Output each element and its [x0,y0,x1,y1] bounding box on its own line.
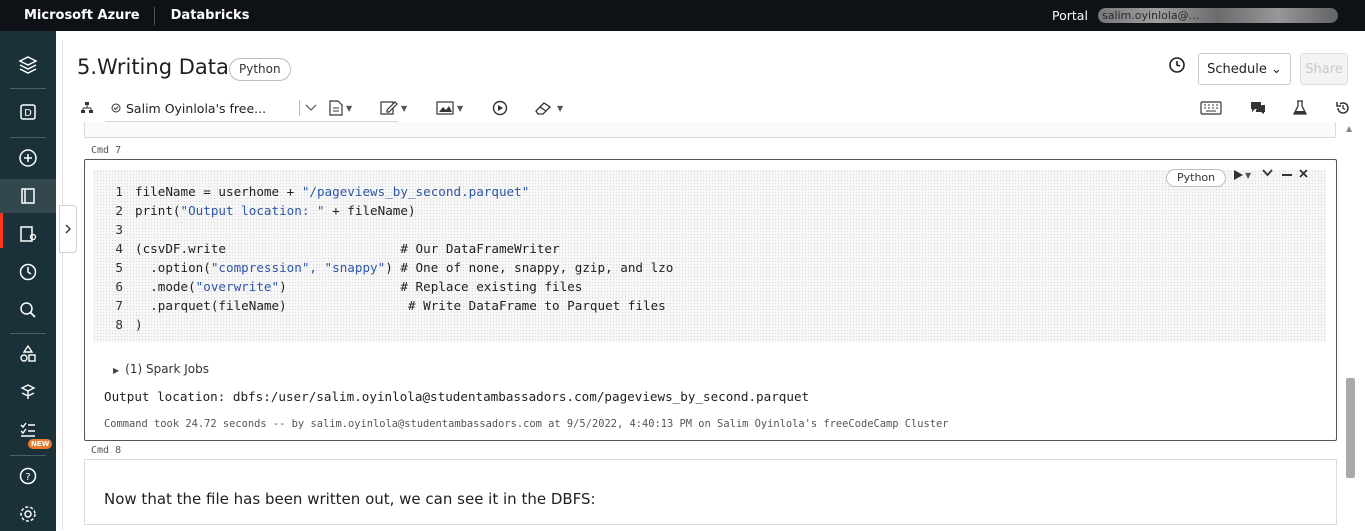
sidebar-create-icon[interactable] [0,141,56,175]
code-text: fileName = userhome + [135,184,302,199]
edit-menu-icon[interactable]: ▼ [380,94,407,122]
expand-panel-button[interactable] [59,205,77,253]
file-menu-icon[interactable]: ▼ [329,94,352,122]
brand-azure[interactable]: Microsoft Azure [0,6,155,25]
experiment-flask-icon[interactable] [1293,94,1307,122]
markdown-cell[interactable]: Now that the file has been written out, … [84,459,1337,525]
line-number: 7 [115,298,123,313]
code-text: .mode( [135,279,196,294]
sidebar-divider [10,137,46,138]
sidebar-workspace-icon[interactable] [0,179,56,213]
left-sidebar: D NEW ? [0,31,56,531]
caret-right-icon: ▶ [113,366,120,375]
code-text: (csvDF.write # Our DataFrameWriter [135,241,560,256]
cluster-status-icon [111,94,121,122]
code-line[interactable]: 7 .parquet(fileName) # Write DataFrame t… [93,296,666,315]
code-text: .option( [135,260,211,275]
cell-chevron-down-icon[interactable] [1262,169,1273,177]
code-text: .parquet(fileName) # Write DataFrame to … [135,298,666,313]
spark-jobs-label: (1) Spark Jobs [125,362,210,376]
code-line[interactable]: 1 fileName = userhome + "/pageviews_by_se… [93,182,529,201]
sidebar-recents-icon[interactable] [0,255,56,289]
portal-link[interactable]: Portal [1052,8,1088,23]
code-line[interactable]: 4 (csvDF.write # Our DataFrameWriter [93,239,560,258]
share-button[interactable]: Share [1300,53,1348,85]
revision-history-icon[interactable] [1335,94,1351,122]
run-cell-icon[interactable]: ▼ [1232,169,1251,181]
code-text: ) # One of none, snappy, gzip, and lzo [385,260,674,275]
sidebar-data-science-icon[interactable]: D [0,95,56,129]
comments-icon[interactable] [1249,94,1267,122]
markdown-text: Now that the file has been written out, … [104,490,596,508]
sidebar-divider [10,333,46,334]
sidebar-divider [10,88,46,89]
line-number: 1 [115,184,123,199]
code-text: ) # Replace existing files [279,279,583,294]
line-number: 6 [115,279,123,294]
line-number: 8 [115,317,123,332]
sidebar-settings-icon[interactable] [0,497,56,531]
notebook-language-badge[interactable]: Python [229,58,291,81]
scrollbar-thumb[interactable] [1346,378,1355,478]
svg-text:?: ? [25,472,30,483]
code-text: ) [135,317,143,332]
code-text: + fileName) [324,203,416,218]
code-cell[interactable]: 1 fileName = userhome + "/pageviews_by_se… [84,159,1337,441]
cluster-tree-icon[interactable] [81,94,93,122]
view-menu-icon[interactable]: ▼ [436,94,463,122]
code-line[interactable]: 3 [93,220,135,239]
chevron-down-icon[interactable] [305,94,317,122]
command-took: Command took 24.72 seconds -- by salim.o… [104,418,949,430]
notebook-title[interactable]: 5.Writing Data [77,55,229,79]
brand-databricks[interactable]: Databricks [155,8,250,23]
keyboard-shortcuts-icon[interactable] [1200,94,1222,122]
user-account[interactable]: salim.oyinlola@... [1098,8,1338,23]
svg-text:D: D [24,108,32,119]
new-badge: NEW [28,439,53,449]
code-text: print( [135,203,181,218]
sidebar-divider [10,455,46,456]
clear-eraser-icon[interactable]: ▼ [534,94,563,122]
schedule-history-icon[interactable] [1168,56,1186,78]
vertical-scrollbar[interactable]: ▲ [1343,124,1358,531]
cluster-selector[interactable]: Salim Oyinlola's free... [105,94,398,122]
code-line[interactable]: 6 .mode("overwrite") # Replace existing … [93,277,582,296]
line-number: 2 [115,203,123,218]
notebook-toolbar: Salim Oyinlola's free... ▼ ▼ ▼ ▼ [77,94,1357,122]
line-number: 5 [115,260,123,275]
sidebar-layers-icon[interactable] [0,48,56,82]
schedule-button[interactable]: Schedule ⌄ [1198,53,1291,85]
code-string: "/pageviews_by_second.parquet" [301,184,530,199]
cluster-dropdown-divider [299,94,300,122]
code-string: "Output location: " [180,203,325,218]
cmd-label: Cmd 8 [91,445,122,456]
sidebar-panel-edge [62,40,74,530]
code-line[interactable]: 8) [93,315,143,334]
run-all-icon[interactable] [492,94,508,122]
line-number: 4 [115,241,123,256]
close-cell-icon[interactable] [1299,169,1308,178]
code-string: "overwrite" [195,279,280,294]
sidebar-data-icon[interactable] [0,337,56,371]
cmd-label: Cmd 7 [91,145,122,156]
code-string: "compression", "snappy" [210,260,386,275]
minimize-cell-icon[interactable] [1282,174,1292,176]
cell-output: Output location: dbfs:/user/salim.oyinlo… [104,389,810,404]
sidebar-compute-icon[interactable] [0,375,56,409]
top-bar: Microsoft Azure Databricks Portal salim.… [0,0,1365,31]
code-line[interactable]: 2 print("Output location: " + fileName) [93,201,416,220]
sidebar-help-icon[interactable]: ? [0,459,56,493]
chevron-right-icon [65,224,71,234]
cluster-name: Salim Oyinlola's free... [126,100,267,116]
previous-cell[interactable] [84,122,1336,138]
code-line[interactable]: 5 .option("compression", "snappy") # One… [93,258,673,277]
sidebar-search-icon[interactable] [0,293,56,327]
sidebar-repos-icon[interactable] [0,217,56,251]
line-number: 3 [115,222,123,237]
code-editor[interactable]: 1 fileName = userhome + "/pageviews_by_se… [93,170,1326,342]
cell-language-badge[interactable]: Python [1166,169,1227,187]
spark-jobs-toggle[interactable]: ▶ (1) Spark Jobs [113,362,209,376]
scroll-up-icon[interactable]: ▲ [1346,124,1352,133]
